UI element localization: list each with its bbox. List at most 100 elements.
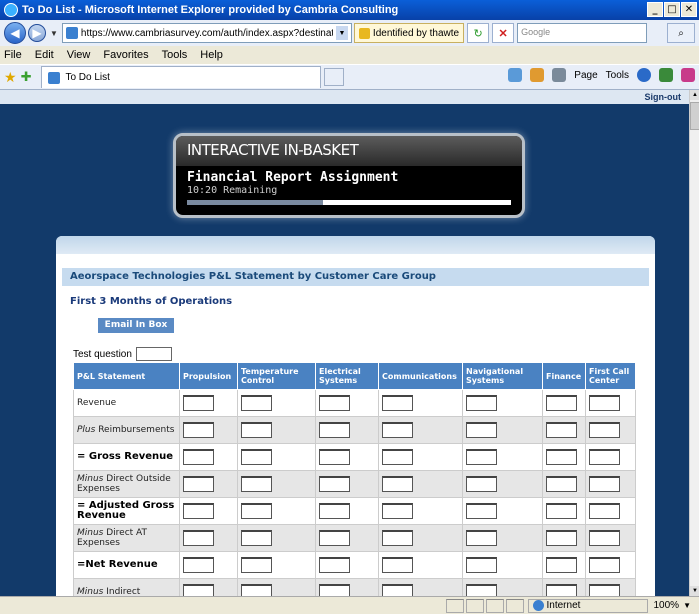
search-go-button[interactable]: ⌕ <box>667 23 695 43</box>
amount-input[interactable] <box>589 503 620 519</box>
scroll-thumb[interactable] <box>690 102 699 130</box>
amount-input[interactable] <box>241 503 272 519</box>
amount-input[interactable] <box>241 449 272 465</box>
amount-input[interactable] <box>382 530 413 546</box>
amount-input[interactable] <box>382 476 413 492</box>
print-icon[interactable] <box>552 68 567 82</box>
amount-input[interactable] <box>589 584 620 596</box>
amount-input[interactable] <box>466 449 497 465</box>
page-menu[interactable]: Page <box>574 70 597 81</box>
amount-input[interactable] <box>466 530 497 546</box>
tab-to-do-list[interactable]: To Do List <box>41 66 322 88</box>
amount-input[interactable] <box>589 395 620 411</box>
amount-input[interactable] <box>183 422 214 438</box>
onenote-icon[interactable] <box>681 68 695 82</box>
amount-input[interactable] <box>183 503 214 519</box>
menu-file[interactable]: File <box>4 49 22 61</box>
back-button[interactable]: ◀ <box>4 22 26 44</box>
amount-input[interactable] <box>546 395 577 411</box>
amount-input[interactable] <box>241 395 272 411</box>
address-url[interactable]: https://www.cambriasurvey.com/auth/index… <box>81 28 333 39</box>
amount-input[interactable] <box>546 449 577 465</box>
feeds-icon[interactable] <box>530 68 545 82</box>
amount-input[interactable] <box>466 476 497 492</box>
home-icon[interactable] <box>508 68 523 82</box>
history-dropdown-icon[interactable]: ▼ <box>50 29 58 38</box>
menu-edit[interactable]: Edit <box>35 49 54 61</box>
amount-input[interactable] <box>319 584 350 596</box>
amount-input[interactable] <box>382 395 413 411</box>
amount-input[interactable] <box>183 476 214 492</box>
amount-input[interactable] <box>319 422 350 438</box>
tools-menu[interactable]: Tools <box>606 70 629 81</box>
amount-input[interactable] <box>241 476 272 492</box>
amount-input[interactable] <box>382 557 413 573</box>
amount-input[interactable] <box>183 557 214 573</box>
add-favorites-icon[interactable]: ✚ <box>21 69 32 85</box>
forward-button[interactable]: ▶ <box>28 24 46 42</box>
test-question-input[interactable] <box>135 347 172 361</box>
amount-input[interactable] <box>546 530 577 546</box>
signout-link[interactable]: Sign-out <box>645 92 682 102</box>
zoom-dropdown-icon[interactable]: ▼ <box>683 601 691 610</box>
amount-input[interactable] <box>319 557 350 573</box>
menu-favorites[interactable]: Favorites <box>103 49 148 61</box>
amount-input[interactable] <box>319 476 350 492</box>
amount-input[interactable] <box>241 530 272 546</box>
security-report[interactable]: Identified by thawte <box>353 23 465 43</box>
amount-input[interactable] <box>183 395 214 411</box>
amount-input[interactable] <box>589 476 620 492</box>
vertical-scrollbar[interactable]: ▲ ▼ <box>689 90 699 596</box>
amount-input[interactable] <box>589 557 620 573</box>
amount-input[interactable] <box>183 449 214 465</box>
amount-input[interactable] <box>546 476 577 492</box>
amount-input[interactable] <box>241 584 272 596</box>
amount-input[interactable] <box>546 422 577 438</box>
amount-input[interactable] <box>241 422 272 438</box>
amount-input[interactable] <box>241 557 272 573</box>
amount-input[interactable] <box>319 530 350 546</box>
amount-input[interactable] <box>382 422 413 438</box>
close-window-button[interactable]: ✕ <box>681 2 697 17</box>
new-tab-button[interactable] <box>324 68 345 86</box>
menu-view[interactable]: View <box>67 49 91 61</box>
menu-tools[interactable]: Tools <box>162 49 188 61</box>
amount-input[interactable] <box>319 395 350 411</box>
amount-input[interactable] <box>546 503 577 519</box>
amount-input[interactable] <box>183 530 214 546</box>
minimize-button[interactable]: _ <box>647 2 663 17</box>
zoom-level[interactable]: 100% <box>654 600 680 611</box>
scroll-down-icon[interactable]: ▼ <box>690 586 699 596</box>
amount-input[interactable] <box>382 584 413 596</box>
address-dropdown-icon[interactable]: ▼ <box>335 26 348 40</box>
maximize-button[interactable]: □ <box>664 2 680 17</box>
email-inbox-button[interactable]: Email In Box <box>98 318 174 333</box>
amount-input[interactable] <box>466 395 497 411</box>
address-bar[interactable]: https://www.cambriasurvey.com/auth/index… <box>61 23 352 43</box>
amount-input[interactable] <box>466 422 497 438</box>
status-segment <box>445 598 464 613</box>
help-icon[interactable] <box>637 68 651 82</box>
input-cell <box>378 551 463 579</box>
amount-input[interactable] <box>466 584 497 596</box>
favorites-star-icon[interactable]: ★ <box>4 69 17 86</box>
amount-input[interactable] <box>466 557 497 573</box>
security-zone[interactable]: Internet <box>527 598 648 613</box>
search-input[interactable]: Google <box>517 23 648 43</box>
amount-input[interactable] <box>382 449 413 465</box>
amount-input[interactable] <box>546 557 577 573</box>
amount-input[interactable] <box>589 530 620 546</box>
amount-input[interactable] <box>546 584 577 596</box>
amount-input[interactable] <box>589 449 620 465</box>
amount-input[interactable] <box>319 449 350 465</box>
amount-input[interactable] <box>466 503 497 519</box>
menu-help[interactable]: Help <box>200 49 223 61</box>
amount-input[interactable] <box>183 584 214 596</box>
scroll-up-icon[interactable]: ▲ <box>690 90 699 100</box>
refresh-button[interactable]: ↻ <box>467 23 490 43</box>
amount-input[interactable] <box>589 422 620 438</box>
stop-button[interactable]: ✕ <box>492 23 515 43</box>
amount-input[interactable] <box>382 503 413 519</box>
research-icon[interactable] <box>659 68 673 82</box>
amount-input[interactable] <box>319 503 350 519</box>
